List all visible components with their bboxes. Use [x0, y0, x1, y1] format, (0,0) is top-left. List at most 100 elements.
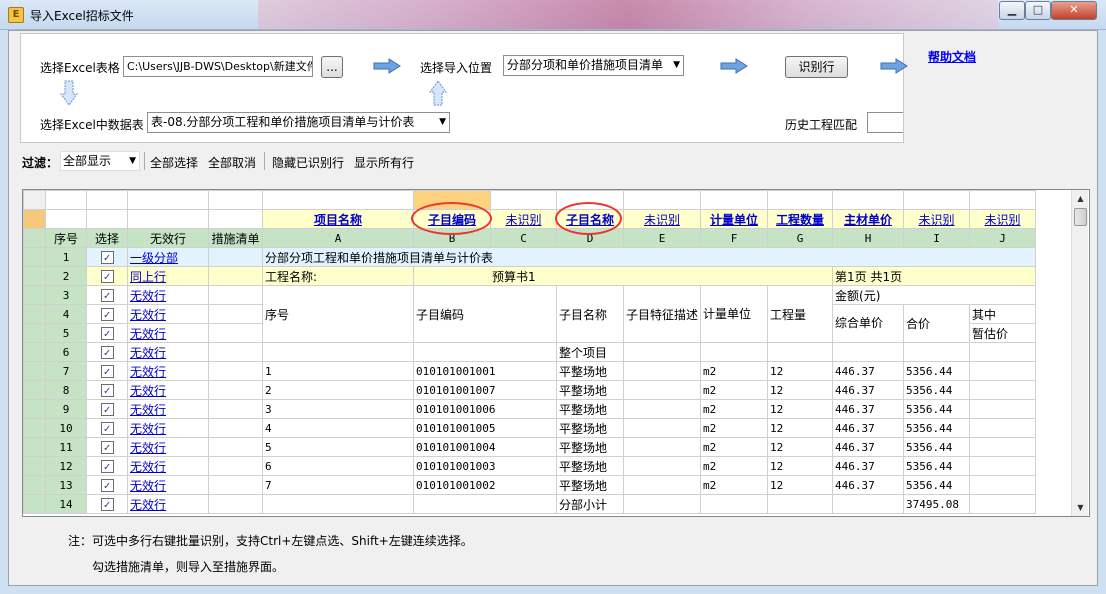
table-row[interactable]: 11 ✓ 无效行 5 010101001004 平整场地 m2 12 446.3…: [23, 437, 1037, 457]
table-row[interactable]: 14 ✓ 无效行 分部小计 37495.08: [23, 494, 1037, 514]
help-doc-link[interactable]: 帮助文档: [928, 48, 976, 65]
map-col-i[interactable]: 未识别: [903, 209, 971, 229]
map-col-j[interactable]: 未识别: [969, 209, 1037, 229]
cell-h-desc: 子目特征描述: [622, 285, 702, 343]
row-number: 14: [45, 494, 87, 514]
chevron-down-icon: ▼: [673, 60, 680, 70]
row-type-link[interactable]: 无效行: [130, 498, 166, 512]
map-col-b[interactable]: 子目编码: [413, 209, 491, 229]
cell-price: 446.37: [832, 380, 905, 400]
cell-budget: 预算书1: [412, 266, 834, 286]
row-type-link[interactable]: 一级分部: [130, 251, 178, 265]
row-number: 8: [45, 380, 87, 400]
table-row[interactable]: 3 ✓ 无效行 序号 子目编码 子目名称 子目特征描述 计量单位 工程量 金额(…: [23, 285, 1037, 343]
row-type-link[interactable]: 同上行: [130, 270, 166, 284]
map-col-h[interactable]: 主材单价: [832, 209, 905, 229]
cell-h-total: 合价: [903, 304, 971, 343]
cell-h-code: 子目编码: [413, 285, 557, 343]
row-checkbox[interactable]: ✓: [100, 402, 114, 416]
map-col-f[interactable]: 计量单位: [700, 209, 769, 229]
row-checkbox[interactable]: ✓: [100, 269, 114, 283]
filter-toolbar: 过滤： 全部显示 ▼ 全部选择 全部取消 隐藏已识别行 显示所有行: [20, 150, 420, 172]
row-type-link[interactable]: 无效行: [130, 308, 166, 322]
table-row[interactable]: 1 ✓ 一级分部 分部分项工程和单价措施项目清单与计价表: [23, 247, 1037, 267]
cell-qty: 12: [767, 437, 834, 457]
cell-qty: 12: [767, 361, 834, 381]
sheet-select[interactable]: 表-08.分部分项工程和单价措施项目清单与计价表 ▼: [147, 112, 450, 133]
col-letter-b: B: [413, 228, 491, 248]
map-col-e[interactable]: 未识别: [622, 209, 702, 229]
table-row[interactable]: 8 ✓ 无效行 2 010101001007 平整场地 m2 12 446.37…: [23, 380, 1037, 400]
arrow-right-icon: [720, 58, 748, 74]
row-checkbox[interactable]: ✓: [100, 459, 114, 473]
recognize-row-button[interactable]: 识别行: [785, 56, 848, 78]
col-letter-a: A: [262, 228, 414, 248]
row-type-link[interactable]: 无效行: [130, 479, 166, 493]
row-checkbox[interactable]: ✓: [100, 383, 114, 397]
arrow-up-icon: [429, 80, 447, 106]
map-col-d[interactable]: 子目名称: [556, 209, 624, 229]
cell-page: 第1页 共1页: [832, 266, 1037, 286]
row-type-link[interactable]: 无效行: [130, 346, 166, 360]
row-type-link[interactable]: 无效行: [130, 441, 166, 455]
grid-vertical-scrollbar[interactable]: ▲ ▼: [1071, 190, 1088, 516]
row-checkbox[interactable]: ✓: [100, 307, 114, 321]
row-checkbox[interactable]: ✓: [100, 478, 114, 492]
table-row[interactable]: 7 ✓ 无效行 1 010101001001 平整场地 m2 12 446.37…: [23, 361, 1037, 381]
toolbar-divider: [264, 152, 265, 170]
row-checkbox[interactable]: ✓: [100, 497, 114, 511]
table-row[interactable]: 2 ✓ 同上行 工程名称: 预算书1 第1页 共1页: [23, 266, 1037, 286]
cell-qty: 12: [767, 456, 834, 476]
excel-path-field[interactable]: C:\Users\JJB-DWS\Desktop\新建文件: [123, 56, 313, 77]
maximize-button[interactable]: □: [1025, 1, 1051, 20]
cell-name: 平整场地: [556, 418, 624, 438]
browse-button[interactable]: ...: [321, 56, 343, 78]
cell-seq: 4: [262, 418, 414, 438]
scroll-down-icon[interactable]: ▼: [1072, 499, 1089, 516]
select-all-button[interactable]: 全部选择: [150, 154, 198, 171]
row-checkbox[interactable]: ✓: [100, 250, 114, 264]
minimize-button[interactable]: ▁: [999, 1, 1025, 20]
header-measure: 措施清单: [208, 228, 263, 248]
row-checkbox[interactable]: ✓: [100, 364, 114, 378]
cell-price: 446.37: [832, 437, 905, 457]
filter-select[interactable]: 全部显示 ▼: [60, 151, 140, 171]
scroll-up-icon[interactable]: ▲: [1072, 190, 1089, 207]
cell-code: 010101001002: [413, 475, 557, 495]
map-col-a[interactable]: 项目名称: [262, 209, 414, 229]
table-row[interactable]: 12 ✓ 无效行 6 010101001003 平整场地 m2 12 446.3…: [23, 456, 1037, 476]
row-type-link[interactable]: 无效行: [130, 422, 166, 436]
import-position-select[interactable]: 分部分项和单价措施项目清单 ▼: [503, 55, 684, 76]
scroll-thumb[interactable]: [1074, 208, 1087, 226]
show-all-rows-button[interactable]: 显示所有行: [354, 154, 414, 171]
row-checkbox[interactable]: ✓: [100, 421, 114, 435]
table-row[interactable]: 13 ✓ 无效行 7 010101001002 平整场地 m2 12 446.3…: [23, 475, 1037, 495]
table-row[interactable]: 10 ✓ 无效行 4 010101001005 平整场地 m2 12 446.3…: [23, 418, 1037, 438]
cancel-all-button[interactable]: 全部取消: [208, 154, 256, 171]
row-type-link[interactable]: 无效行: [130, 384, 166, 398]
table-row[interactable]: 6 ✓ 无效行 整个项目: [23, 342, 1037, 362]
row-type-link[interactable]: 无效行: [130, 289, 166, 303]
map-col-g[interactable]: 工程数量: [767, 209, 834, 229]
row-type-link[interactable]: 无效行: [130, 365, 166, 379]
col-letter-e: E: [622, 228, 702, 248]
hide-recognized-button[interactable]: 隐藏已识别行: [272, 154, 344, 171]
import-position-value: 分部分项和单价措施项目清单: [507, 58, 664, 72]
cell-unit: m2: [700, 361, 769, 381]
history-match-label: 历史工程匹配: [785, 118, 858, 132]
row-type-link[interactable]: 无效行: [130, 327, 166, 341]
row-checkbox[interactable]: ✓: [100, 440, 114, 454]
row-checkbox[interactable]: ✓: [100, 326, 114, 340]
history-match-field[interactable]: [867, 112, 903, 133]
row-checkbox[interactable]: ✓: [100, 288, 114, 302]
row-checkbox[interactable]: ✓: [100, 345, 114, 359]
header-seq: 序号: [45, 228, 87, 248]
map-col-c[interactable]: 未识别: [490, 209, 557, 229]
row-type-link[interactable]: 无效行: [130, 460, 166, 474]
cell-total: 5356.44: [903, 399, 971, 419]
cell-seq: 2: [262, 380, 414, 400]
close-button[interactable]: ✕: [1051, 1, 1097, 20]
table-row[interactable]: 9 ✓ 无效行 3 010101001006 平整场地 m2 12 446.37…: [23, 399, 1037, 419]
cell-name: 平整场地: [556, 475, 624, 495]
row-type-link[interactable]: 无效行: [130, 403, 166, 417]
